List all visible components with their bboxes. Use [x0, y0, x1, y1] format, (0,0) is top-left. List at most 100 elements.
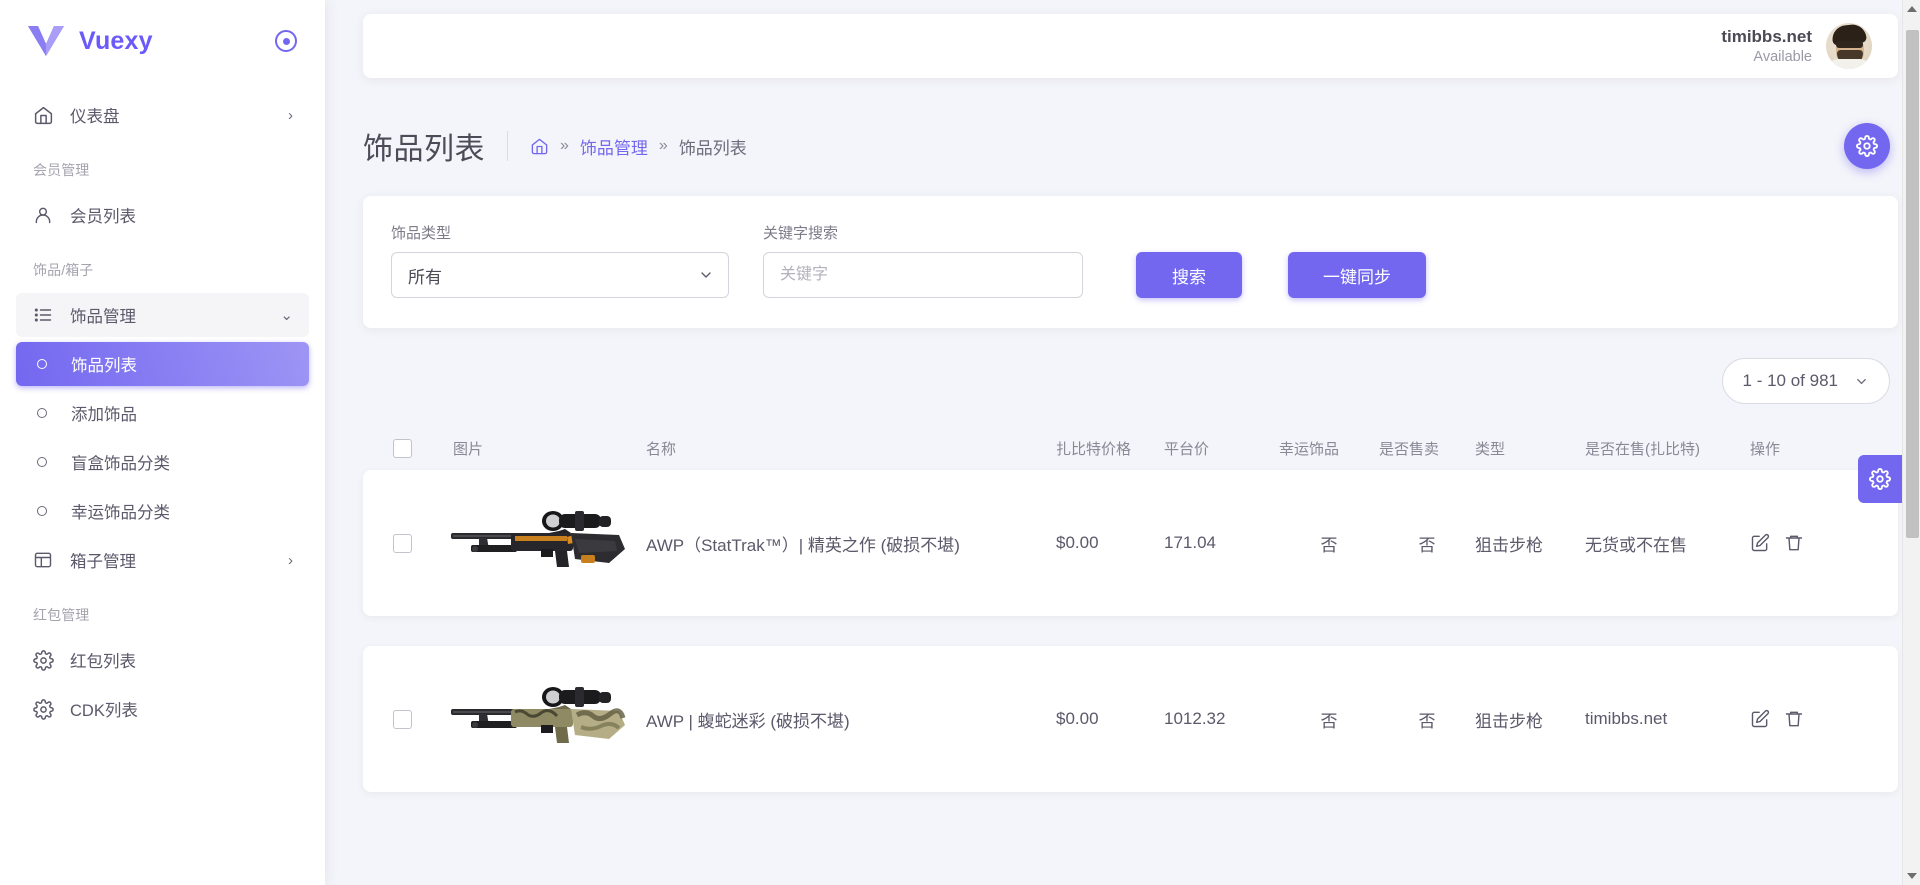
item-type-select[interactable]: 所有	[391, 252, 729, 298]
chevron-right-icon: ›	[288, 551, 293, 569]
select-all-checkbox[interactable]	[392, 438, 412, 458]
row-for-sale: 否	[1418, 535, 1436, 555]
page-title: 饰品列表	[363, 133, 485, 166]
row-lucky: 否	[1320, 711, 1338, 731]
awp-snake-camo-rifle	[449, 669, 627, 769]
sidebar: Vuexy 仪表盘 › 会员管理 会员列表 饰品/箱子 饰品管理 ⌄ 饰品列表 …	[0, 0, 325, 885]
sidebar-item-label: 盲盒饰品分类	[71, 455, 170, 473]
avatar-sunglasses	[1836, 41, 1863, 48]
chevron-down-icon: ⌄	[280, 307, 293, 324]
edit-icon[interactable]	[1750, 709, 1770, 729]
row-item-name: AWP（StatTrak™）| 精英之作 (破损不堪)	[646, 535, 960, 555]
breadcrumb-separator: »	[658, 137, 668, 154]
sidebar-item-label: 红包列表	[70, 653, 136, 671]
delete-icon[interactable]	[1784, 709, 1804, 729]
row-zbt-price: $0.00	[1056, 533, 1099, 552]
sidebar-item-label: 箱子管理	[70, 553, 136, 571]
sidebar-item-lucky-category[interactable]: 幸运饰品分类	[16, 489, 309, 533]
user-icon	[30, 205, 56, 225]
home-icon[interactable]	[530, 137, 549, 156]
user-meta: timibbs.net Available	[1721, 26, 1812, 65]
gear-icon	[30, 649, 56, 671]
row-lucky: 否	[1320, 535, 1338, 555]
sidebar-item-redpacket-list[interactable]: 红包列表	[16, 638, 309, 682]
awp-elite-build-rifle	[449, 493, 627, 593]
chevron-down-icon	[698, 267, 714, 283]
settings-fab-button[interactable]	[1844, 123, 1890, 169]
sidebar-item-member-list[interactable]: 会员列表	[16, 193, 309, 237]
search-button[interactable]: 搜索	[1136, 252, 1242, 298]
brand-header: Vuexy	[0, 0, 325, 82]
row-checkbox[interactable]	[392, 709, 412, 729]
pagination-selector[interactable]: 1 - 10 of 981	[1721, 358, 1890, 404]
user-name: timibbs.net	[1721, 27, 1812, 47]
bullet-icon	[37, 457, 47, 467]
row-platform-price: 1012.32	[1164, 709, 1226, 728]
row-for-sale: 否	[1418, 711, 1436, 731]
app-root: Vuexy 仪表盘 › 会员管理 会员列表 饰品/箱子 饰品管理 ⌄ 饰品列表 …	[0, 0, 1920, 885]
column-platform-price: 平台价	[1164, 440, 1210, 458]
edit-icon[interactable]	[1750, 533, 1770, 553]
delete-icon[interactable]	[1784, 533, 1804, 553]
circle-pin-icon[interactable]	[275, 30, 297, 52]
avatar[interactable]	[1826, 23, 1872, 69]
bullet-icon	[37, 408, 47, 418]
sidebar-nav: 仪表盘 › 会员管理 会员列表 饰品/箱子 饰品管理 ⌄ 饰品列表 添加饰品 盲…	[0, 82, 325, 731]
row-item-name: AWP | 蝮蛇迷彩 (破损不堪)	[646, 711, 850, 731]
user-status: Available	[1753, 48, 1812, 65]
column-image: 图片	[453, 440, 484, 458]
column-for-sale: 是否售卖	[1379, 440, 1440, 458]
sidebar-section-members: 会员管理	[33, 162, 90, 178]
keyword-search-input[interactable]	[763, 252, 1083, 298]
column-zbt-price: 扎比特价格	[1056, 440, 1132, 458]
row-stock: timibbs.net	[1585, 709, 1668, 728]
brand-name: Vuexy	[79, 26, 153, 55]
row-image-cell	[441, 669, 646, 769]
select-all-cell	[363, 438, 441, 458]
scrollbar-thumb[interactable]	[1906, 30, 1919, 538]
theme-customizer-tab[interactable]	[1858, 455, 1902, 503]
sidebar-item-blindbox-category[interactable]: 盲盒饰品分类	[16, 440, 309, 484]
sidebar-item-label: CDK列表	[70, 702, 138, 720]
layout-icon	[30, 550, 56, 570]
pagination-row: 1 - 10 of 981	[363, 358, 1898, 404]
page-header: 饰品列表 » 饰品管理 » 饰品列表	[363, 110, 1898, 182]
main-content: timibbs.net Available 饰品列表 » 饰品管理 » 饰品列表…	[325, 0, 1920, 885]
item-type-label: 饰品类型	[391, 225, 452, 242]
chevron-down-icon	[1854, 374, 1869, 389]
table-header-row: 图片 名称 扎比特价格 平台价 幸运饰品 是否售卖 类型 是否在售(扎比特) 操…	[363, 426, 1898, 470]
sidebar-item-add-item[interactable]: 添加饰品	[16, 391, 309, 435]
scroll-up-arrow[interactable]	[1903, 0, 1920, 18]
sidebar-section-redpacket: 红包管理	[33, 607, 90, 623]
scroll-down-arrow[interactable]	[1903, 867, 1920, 885]
avatar-shirt	[1828, 59, 1870, 69]
bullet-icon	[37, 506, 47, 516]
sidebar-item-label: 饰品管理	[70, 308, 136, 326]
keyword-label: 关键字搜索	[763, 225, 839, 242]
item-type-value: 所有	[408, 267, 442, 287]
keyword-field: 关键字搜索	[763, 222, 1083, 298]
sidebar-item-dashboard[interactable]: 仪表盘 ›	[16, 93, 309, 137]
sidebar-group-item-management[interactable]: 饰品管理 ⌄	[16, 293, 309, 337]
gear-icon	[30, 698, 56, 720]
breadcrumb-link-item-management[interactable]: 饰品管理	[580, 134, 648, 159]
sidebar-item-item-list[interactable]: 饰品列表	[16, 342, 309, 386]
pagination-label: 1 - 10 of 981	[1742, 371, 1838, 390]
sidebar-item-label: 幸运饰品分类	[71, 504, 170, 522]
topbar: timibbs.net Available	[363, 14, 1898, 78]
sidebar-item-case-management[interactable]: 箱子管理 ›	[16, 538, 309, 582]
row-type: 狙击步枪	[1475, 535, 1543, 555]
sync-button[interactable]: 一键同步	[1288, 252, 1426, 298]
row-select-cell	[363, 709, 441, 729]
row-stock: 无货或不在售	[1585, 535, 1687, 555]
sidebar-item-label: 仪表盘	[70, 108, 120, 126]
list-icon	[30, 305, 56, 325]
page-scrollbar[interactable]	[1902, 0, 1920, 885]
row-platform-price: 171.04	[1164, 533, 1216, 552]
sidebar-section-items-cases: 饰品/箱子	[33, 262, 94, 278]
chevron-right-icon: ›	[288, 106, 293, 124]
row-image-cell	[441, 493, 646, 593]
row-checkbox[interactable]	[392, 533, 412, 553]
row-actions	[1750, 533, 1840, 553]
sidebar-item-cdk-list[interactable]: CDK列表	[16, 687, 309, 731]
